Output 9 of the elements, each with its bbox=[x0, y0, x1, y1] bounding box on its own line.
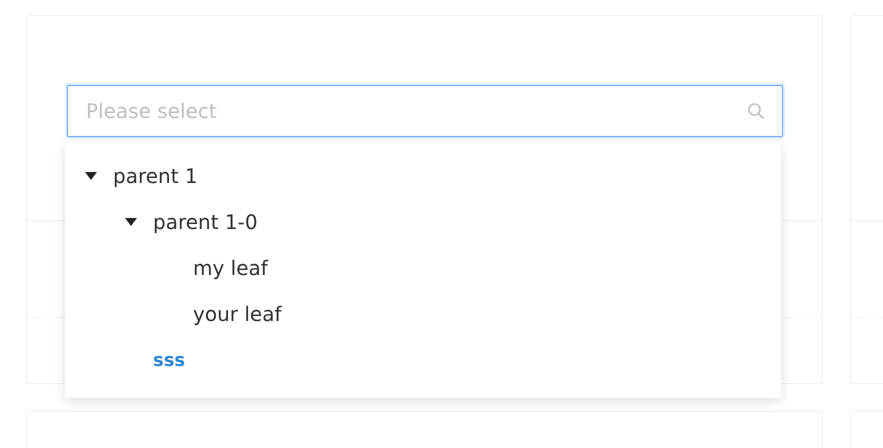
tree-node[interactable]: sss bbox=[153, 350, 186, 370]
caret-icon[interactable] bbox=[125, 218, 137, 226]
search-icon bbox=[747, 102, 765, 120]
caret-icon[interactable] bbox=[85, 172, 97, 180]
tree-node[interactable]: my leaf bbox=[193, 256, 268, 280]
tree-select-field[interactable]: Please select bbox=[67, 85, 783, 137]
tree-node[interactable]: your leaf bbox=[193, 302, 282, 326]
tree-node[interactable]: parent 1 bbox=[113, 164, 198, 188]
tree-node[interactable]: parent 1-0 bbox=[153, 210, 258, 234]
